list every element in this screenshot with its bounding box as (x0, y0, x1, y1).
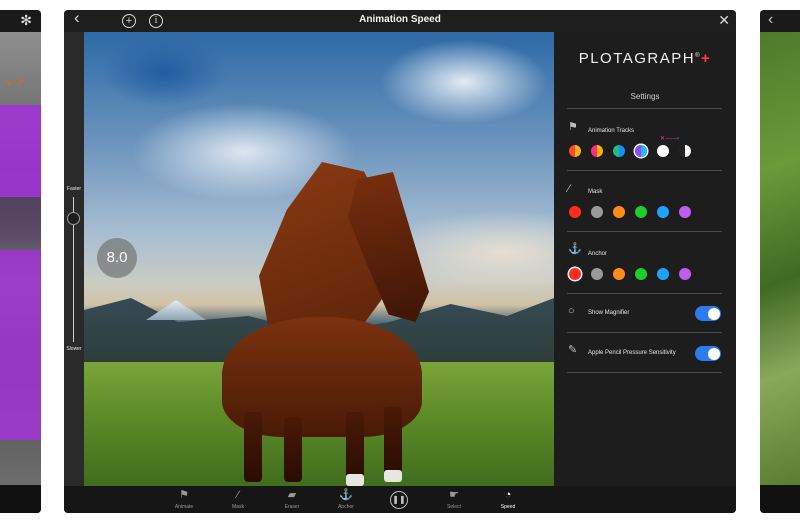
anchor-color-swatch[interactable] (613, 268, 625, 280)
settings-title: Settings (630, 92, 660, 101)
divider (567, 293, 722, 294)
toolbar-label: Speed (500, 504, 516, 510)
toolbar-label: Anchor (338, 504, 354, 510)
toolbar-label: Mask (232, 504, 244, 510)
pause-button[interactable]: ❚❚ (390, 491, 408, 509)
pencil-pressure-toggle[interactable] (695, 346, 721, 361)
right-preview-toolbar (760, 485, 800, 513)
toolbar-speed[interactable]: ◔ Speed (488, 489, 528, 510)
left-preview-image: ↘·↗ (0, 32, 41, 485)
pencil-icon: ✎ (568, 344, 578, 356)
anchor-color-swatch-selected[interactable] (569, 268, 581, 280)
brush-icon: ⁄ (237, 489, 239, 501)
top-bar: ‹ + i Animation Speed ✕ (64, 10, 736, 32)
gear-icon[interactable]: ✻ (20, 12, 32, 29)
track-legend-icon: ✕------› (660, 136, 680, 142)
slider-slower-label: Slower (66, 346, 82, 352)
show-magnifier-toggle[interactable] (695, 306, 721, 321)
anchor-icon: ⚓ (568, 243, 582, 255)
hand-icon: ☛ (449, 489, 459, 501)
mask-color-swatch[interactable] (635, 206, 647, 218)
animate-icon: ⚑ (179, 489, 189, 501)
settings-panel: PLOTAGRAPH®+ Settings ⚑ Animation Tracks… (554, 32, 736, 486)
anchor-color-swatch[interactable] (591, 268, 603, 280)
speed-slider[interactable]: Faster Slower (64, 32, 84, 486)
divider (567, 231, 722, 232)
photo-canvas[interactable] (84, 32, 554, 486)
toolbar-eraser[interactable]: ▰ Eraser (272, 489, 312, 510)
horse-leg (346, 412, 364, 482)
track-color-swatch[interactable] (591, 145, 603, 157)
mask-overlay (0, 105, 41, 197)
main-screen: ‹ + i Animation Speed ✕ Faster Slower 8.… (64, 10, 736, 513)
track-color-swatch[interactable] (679, 145, 691, 157)
toolbar-animate[interactable]: ⚑ Animate (164, 489, 204, 510)
horse-leg (284, 417, 302, 482)
toolbar-label: Select (447, 504, 461, 510)
horse-leg (244, 412, 262, 482)
right-preview-topbar: ‹ (760, 10, 800, 32)
mask-overlay (0, 250, 41, 440)
right-preview-image (760, 32, 800, 485)
horse-hoof (346, 474, 364, 486)
logo-text: PLOTAGRAPH (578, 50, 696, 67)
back-icon[interactable]: ‹ (768, 11, 773, 29)
logo-plus: + (701, 50, 712, 67)
track-color-swatch[interactable] (569, 145, 581, 157)
horse-leg (384, 407, 402, 477)
animation-arrow-icon: ↘·↗ (4, 77, 25, 88)
anchor-label: Anchor (588, 251, 608, 257)
mask-color-swatch[interactable] (657, 206, 669, 218)
anchor-color-swatch[interactable] (657, 268, 669, 280)
plotagraph-logo: PLOTAGRAPH®+ (554, 50, 736, 67)
toolbar-label: Animate (174, 504, 194, 510)
divider (567, 372, 722, 373)
animate-icon: ⚑ (568, 121, 578, 133)
mask-color-swatch[interactable] (569, 206, 581, 218)
mask-label: Mask (588, 189, 603, 195)
eraser-icon: ▰ (287, 489, 297, 501)
track-color-swatch[interactable] (657, 145, 669, 157)
track-color-swatch-selected[interactable] (635, 145, 647, 157)
speed-value-bubble: 8.0 (97, 238, 137, 278)
magnifier-icon: ○ (568, 305, 575, 317)
mask-color-swatch[interactable] (613, 206, 625, 218)
left-preview-screen: ✻ ↘·↗ (0, 10, 41, 513)
left-preview-topbar: ✻ (0, 10, 41, 32)
anchor-icon: ⚓ (339, 489, 353, 501)
anchor-color-swatch[interactable] (679, 268, 691, 280)
slider-faster-label: Faster (66, 186, 82, 192)
track-color-swatch[interactable] (613, 145, 625, 157)
anchor-color-swatch[interactable] (635, 268, 647, 280)
slider-thumb[interactable] (67, 212, 80, 225)
toolbar-label: Eraser (284, 504, 300, 510)
horse-hoof (384, 470, 402, 482)
mask-color-swatch[interactable] (679, 206, 691, 218)
toolbar-mask[interactable]: ⁄ Mask (218, 489, 258, 510)
toggle-knob (707, 347, 720, 360)
speed-icon: ◔ (504, 489, 512, 501)
snow-peak (146, 300, 206, 320)
divider (567, 170, 722, 171)
left-preview-toolbar (0, 485, 41, 513)
mask-color-swatch[interactable] (591, 206, 603, 218)
toolbar-anchor[interactable]: ⚓ Anchor (326, 489, 366, 510)
brush-icon: ⁄ (568, 183, 570, 195)
right-preview-screen: ‹ (760, 10, 800, 513)
show-magnifier-label: Show Magnifier (588, 310, 630, 316)
page-title: Animation Speed (359, 14, 441, 25)
divider (567, 108, 722, 109)
close-icon[interactable]: ✕ (718, 12, 730, 28)
divider (567, 332, 722, 333)
toggle-knob (707, 307, 720, 320)
bottom-toolbar: ⚑ Animate ⁄ Mask ▰ Eraser ⚓ Anchor ❚❚ ☛ … (64, 486, 736, 513)
pencil-pressure-label: Apple Pencil Pressure Sensitivity (588, 350, 676, 356)
toolbar-select[interactable]: ☛ Select (434, 489, 474, 510)
animation-tracks-label: Animation Tracks (588, 128, 635, 134)
